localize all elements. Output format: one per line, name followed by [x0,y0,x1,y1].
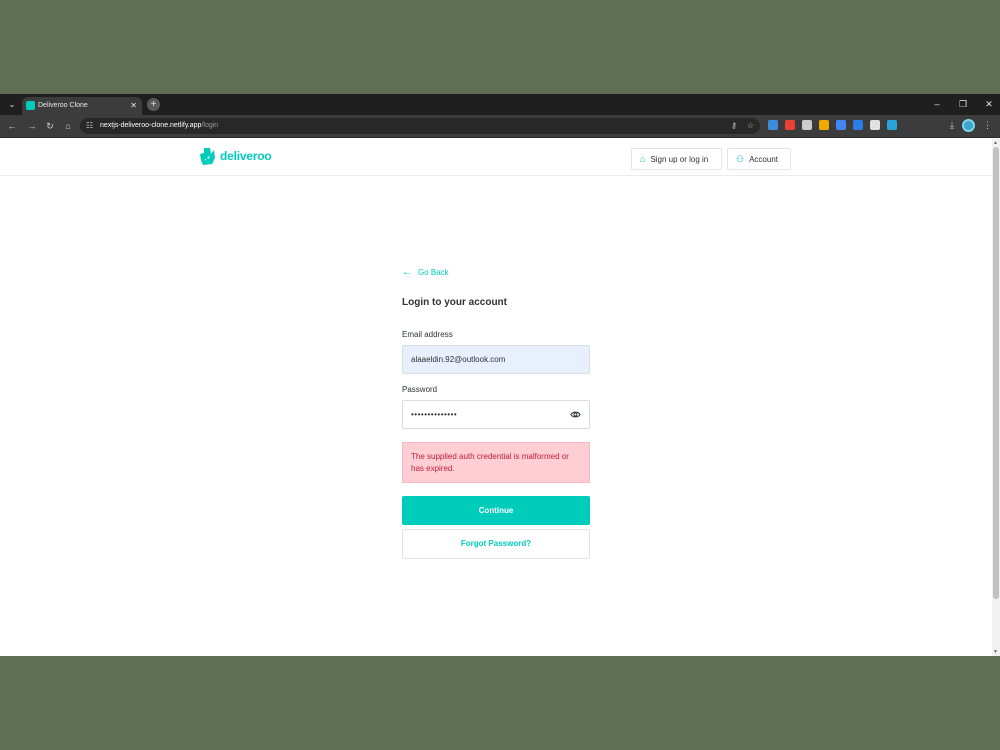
extension-icon[interactable] [887,120,897,130]
account-button[interactable]: ⚇ Account [727,148,791,170]
site-info-icon[interactable]: ☷ [86,120,93,132]
url-text: nextjs-deliveroo-clone.netlify.app/login [100,122,219,129]
forgot-password-button[interactable]: Forgot Password? [402,529,590,559]
logo-text: deliveroo [220,149,272,163]
page-scrollbar[interactable]: ▲ ▼ [992,139,1000,656]
show-password-eye-icon[interactable] [570,409,581,420]
profile-avatar[interactable] [962,119,975,132]
browser-toolbar: ← → ↻ ⌂ ☷ nextjs-deliveroo-clone.netlify… [0,115,1000,138]
forward-icon[interactable]: → [26,120,38,132]
page-content: deliveroo ⌂ Sign up or log in ⚇ Account … [0,139,992,656]
go-back-link[interactable]: ← Go Back [402,267,590,279]
close-tab-icon[interactable]: ✕ [130,100,137,112]
minimize-icon[interactable]: – [932,98,942,110]
bookmark-star-icon[interactable]: ☆ [747,120,754,132]
address-bar[interactable]: ☷ nextjs-deliveroo-clone.netlify.app/log… [80,118,760,134]
account-label: Account [749,154,778,164]
extension-icon[interactable] [870,120,880,130]
window-controls: – ❐ ✕ [932,98,994,110]
signup-login-button[interactable]: ⌂ Sign up or log in [631,148,722,170]
extension-icon[interactable] [819,120,829,130]
email-value: alaaeldin.92@outlook.com [411,355,506,364]
password-value: •••••••••••••• [411,410,458,419]
tab-title: Deliveroo Clone [38,102,88,109]
browser-window: ⌄ Deliveroo Clone ✕ + – ❐ ✕ ← → ↻ ⌂ ☷ ne… [0,94,1000,656]
error-alert: The supplied auth credential is malforme… [402,442,590,483]
password-field[interactable]: •••••••••••••• [402,400,590,429]
extension-icon[interactable] [785,120,795,130]
email-field[interactable]: alaaeldin.92@outlook.com [402,345,590,374]
tab-strip: ⌄ Deliveroo Clone ✕ + – ❐ ✕ [0,94,1000,115]
extension-icon[interactable] [836,120,846,130]
password-label: Password [402,385,438,394]
scroll-up-icon[interactable]: ▲ [993,140,998,146]
download-icon[interactable]: ⤓ [950,120,954,131]
continue-button[interactable]: Continue [402,496,590,525]
new-tab-button[interactable]: + [147,98,160,111]
email-label: Email address [402,330,453,339]
deliveroo-favicon-icon [26,101,35,110]
extension-icon[interactable] [802,120,812,130]
active-tab[interactable]: Deliveroo Clone ✕ [22,97,142,115]
kangaroo-logo-icon [200,148,215,165]
scroll-thumb[interactable] [993,147,999,599]
signup-label: Sign up or log in [650,154,709,164]
go-back-label: Go Back [418,268,449,277]
extensions-row [768,120,897,130]
reload-icon[interactable]: ↻ [44,120,56,132]
extension-icon[interactable] [853,120,863,130]
site-header: deliveroo ⌂ Sign up or log in ⚇ Account [0,139,992,176]
login-form: ← Go Back Login to your account Email ad… [402,267,590,559]
tab-search-icon[interactable]: ⌄ [6,99,18,111]
page-title: Login to your account [402,297,507,308]
user-icon: ⚇ [736,154,745,164]
menu-kebab-icon[interactable]: ⋮ [983,120,992,131]
scroll-down-icon[interactable]: ▼ [993,649,998,655]
arrow-left-icon: ← [402,267,412,278]
home-icon[interactable]: ⌂ [62,120,74,132]
deliveroo-logo[interactable]: deliveroo [200,148,272,165]
home-icon: ⌂ [640,154,646,164]
extension-icon[interactable] [768,120,778,130]
password-key-icon[interactable]: ⚷ [731,120,737,132]
restore-icon[interactable]: ❐ [958,98,968,110]
close-window-icon[interactable]: ✕ [984,98,994,110]
back-icon[interactable]: ← [6,120,18,132]
